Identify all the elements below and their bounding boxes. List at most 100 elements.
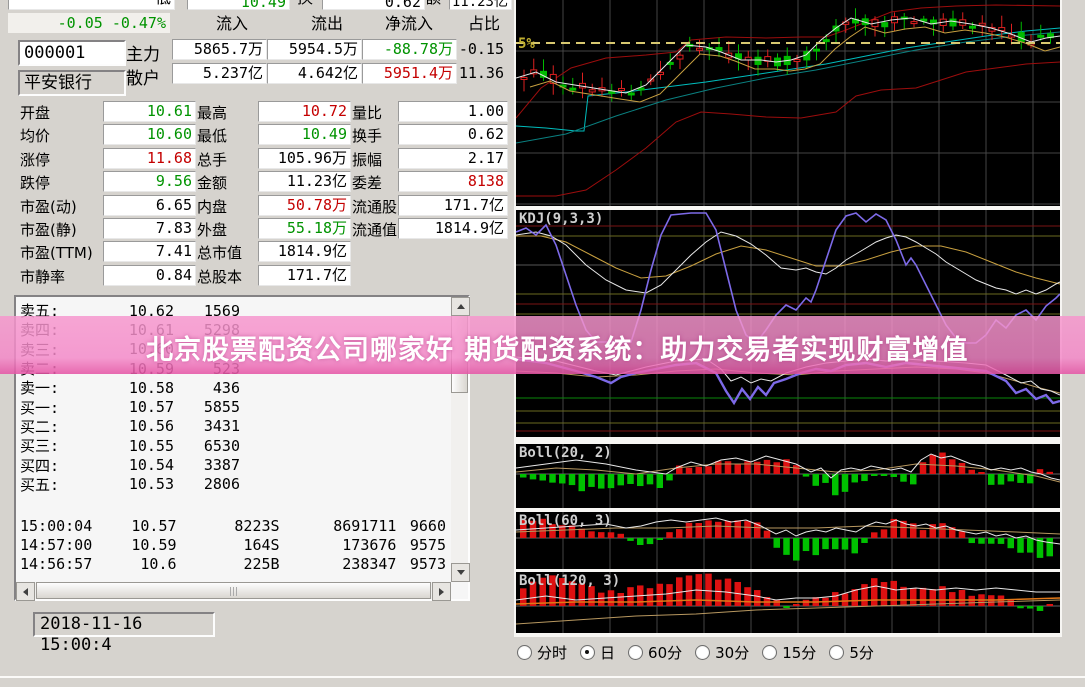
list-cell: 14:57:00	[20, 536, 93, 554]
stat-value: 0.84	[103, 265, 196, 286]
amount-label: 额	[425, 0, 441, 8]
turnover-value-box: 0.62	[322, 0, 425, 10]
list-cell: 8691711	[280, 517, 397, 535]
orderbook-row[interactable]: 买一:10.575855	[20, 397, 446, 416]
stat-value: 8138	[398, 171, 508, 192]
stat-label: 换手	[352, 125, 382, 146]
stat-label: 总股本	[197, 266, 242, 287]
radio-icon[interactable]	[829, 645, 844, 660]
stat-label: 内盘	[197, 196, 227, 217]
horizontal-scroll-thumb[interactable]	[36, 582, 431, 599]
list-cell: 164S	[177, 536, 280, 554]
radio-icon[interactable]	[580, 645, 595, 660]
list-cell: 14:56:57	[20, 555, 93, 573]
tick-row[interactable]: 15:00:0410.578223S86917119660	[20, 516, 446, 535]
scroll-left-button[interactable]	[16, 582, 35, 601]
list-cell: 10.59	[93, 536, 176, 554]
radio-icon[interactable]	[628, 645, 643, 660]
change-pct: -0.47%	[112, 14, 166, 32]
period-tab-日[interactable]: 日	[580, 642, 615, 663]
list-cell: 9573	[396, 555, 446, 573]
period-tab-5分[interactable]: 5分	[829, 642, 874, 663]
list-cell: 买二:	[20, 416, 78, 437]
tick-row[interactable]: 14:56:5710.6225B2383479573	[20, 555, 446, 574]
arrow-down-icon	[457, 570, 465, 575]
boll120-chart-panel[interactable]: Boll(120, 3)	[516, 572, 1060, 633]
flow-ratio-value: -0.15	[432, 39, 504, 60]
stat-value: 50.78万	[258, 195, 351, 216]
tick-row[interactable]: 14:57:0010.59164S1736769575	[20, 535, 446, 554]
stock-code-input[interactable]	[18, 40, 126, 66]
low-value-box: 10.49	[187, 0, 290, 10]
amount-value-box: 11.23亿	[449, 0, 512, 10]
orderbook-row[interactable]: 买四:10.543387	[20, 455, 446, 474]
period-tab-label: 15分	[782, 642, 816, 663]
orderbook-row[interactable]: 买五:10.532806	[20, 475, 446, 494]
list-cell: 9575	[396, 536, 446, 554]
stat-label: 开盘	[20, 102, 50, 123]
horizontal-scrollbar[interactable]	[16, 582, 451, 599]
list-cell: 10.58	[78, 379, 174, 397]
period-tabs: 分时日 60分 30分 15分 5分	[517, 642, 887, 663]
stock-name-box[interactable]: 平安银行	[18, 70, 126, 96]
stat-label: 市静率	[20, 266, 65, 287]
price-box-partial	[8, 0, 175, 10]
kline-chart-panel[interactable]: 5%	[516, 0, 1060, 206]
scroll-down-button[interactable]	[451, 563, 470, 582]
stat-value: 1814.9亿	[258, 241, 351, 262]
period-tab-30分[interactable]: 30分	[695, 642, 749, 663]
list-cell: 10.57	[78, 398, 174, 416]
list-cell: 买五:	[20, 474, 78, 495]
bottom-divider	[0, 676, 1085, 678]
stat-value: 0.62	[398, 124, 508, 145]
stat-label: 金额	[197, 172, 227, 193]
list-cell: 9660	[396, 517, 446, 535]
ad-banner[interactable]: 北京股票配资公司哪家好 期货配资系统：助力交易者实现财富增值	[0, 316, 1085, 374]
stat-label: 委差	[352, 172, 382, 193]
stat-value: 1.00	[398, 101, 508, 122]
list-cell: 3431	[174, 417, 240, 435]
scroll-up-button[interactable]	[451, 297, 470, 316]
stat-label: 市盈(动)	[20, 196, 77, 217]
list-cell: 10.57	[93, 517, 176, 535]
list-cell: 10.53	[78, 475, 174, 493]
boll60-chart-panel[interactable]: Boll(60, 3)	[516, 512, 1060, 569]
stat-value: 171.7亿	[258, 265, 351, 286]
ad-banner-text: 北京股票配资公司哪家好 期货配资系统：助力交易者实现财富增值	[146, 328, 968, 367]
stat-value: 11.23亿	[258, 171, 351, 192]
period-tab-分时[interactable]: 分时	[517, 642, 567, 663]
flow-ratio-value: 11.36	[432, 63, 504, 84]
change-value: -0.05	[58, 14, 103, 32]
scroll-right-button[interactable]	[432, 582, 451, 601]
scroll-grip	[230, 587, 238, 596]
list-cell: 436	[174, 379, 240, 397]
stat-value: 9.56	[103, 171, 196, 192]
stat-value: 55.18万	[258, 218, 351, 239]
radio-icon[interactable]	[695, 645, 710, 660]
period-tab-15分[interactable]: 15分	[762, 642, 816, 663]
list-cell: 10.6	[93, 555, 176, 573]
arrow-left-icon	[23, 588, 28, 596]
orderbook-row[interactable]: 买二:10.563431	[20, 417, 446, 436]
flow-row-label: 主力	[126, 40, 160, 65]
boll20-chart-panel[interactable]: Boll(20, 2)	[516, 444, 1060, 508]
stat-value: 7.41	[103, 241, 196, 262]
stat-value: 2.17	[398, 148, 508, 169]
flow-row-label: 散户	[126, 64, 160, 89]
stat-label: 涨停	[20, 149, 50, 170]
radio-icon[interactable]	[762, 645, 777, 660]
orderbook-row[interactable]: 买三:10.556530	[20, 436, 446, 455]
list-spacer[interactable]	[20, 494, 446, 516]
list-cell: 10.54	[78, 456, 174, 474]
stat-value: 10.60	[103, 124, 196, 145]
radio-icon[interactable]	[517, 645, 532, 660]
period-tab-60分[interactable]: 60分	[628, 642, 682, 663]
list-cell: 173676	[280, 536, 397, 554]
stat-label: 市盈(TTM)	[20, 242, 93, 263]
stat-label: 市盈(静)	[20, 219, 77, 240]
stat-label: 流通股	[352, 196, 397, 217]
stat-label: 流通值	[352, 219, 397, 240]
stat-label: 振幅	[352, 149, 382, 170]
orderbook-row[interactable]: 卖一:10.58436	[20, 378, 446, 397]
stat-label: 最高	[197, 102, 227, 123]
